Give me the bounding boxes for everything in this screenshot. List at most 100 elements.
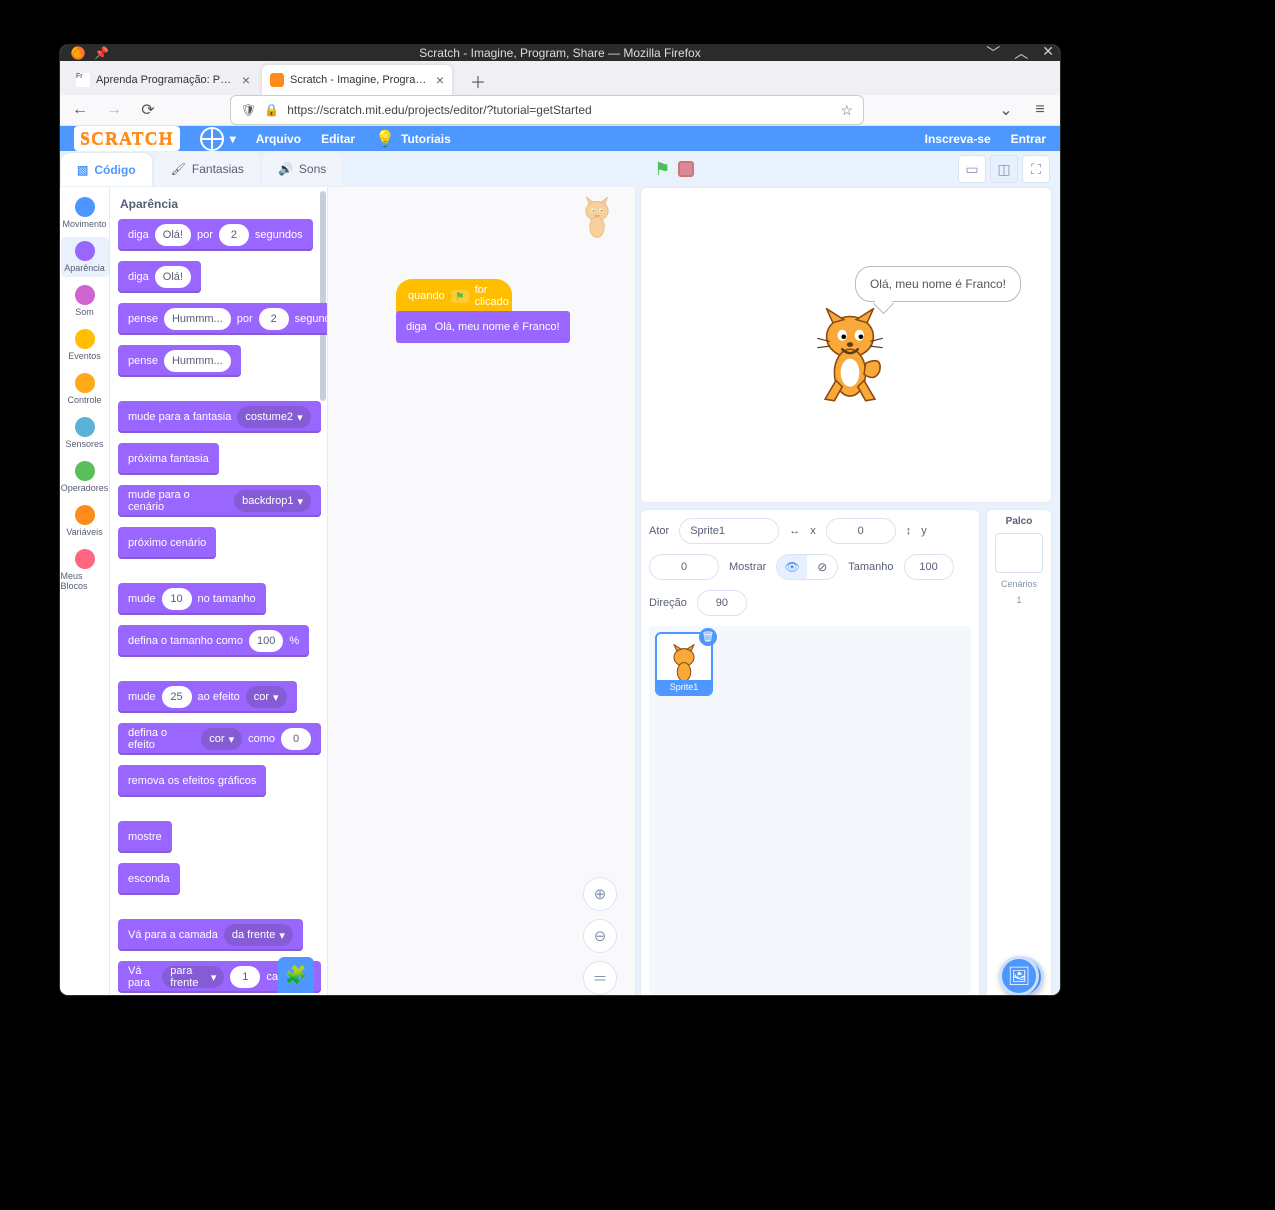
hamburger-menu-icon[interactable]: ≡ [1028,98,1052,122]
number-input[interactable]: 2 [219,224,249,246]
tab-sounds[interactable]: 🔊 Sons [262,152,342,186]
dropdown[interactable]: cor ▾ [201,728,242,750]
text-input[interactable]: Olá, meu nome é Franco! [435,321,560,333]
url-bar[interactable]: 🛡 🔒 https://scratch.mit.edu/projects/edi… [230,95,864,125]
code-workspace[interactable]: 🧩 quando ⚑ for clicado diga Olá, meu nom… [328,187,636,995]
palette-scrollbar[interactable] [320,191,326,401]
category-meus-blocos[interactable]: Meus Blocos [61,545,109,595]
dropdown[interactable]: costume2 ▾ [237,406,310,428]
palette-block-switch-costume[interactable]: mude para a fantasia costume2 ▾ [118,401,321,433]
block-text: diga [128,229,149,241]
palette-block-think[interactable]: pense Hummm... [118,345,241,377]
reload-button[interactable]: ⟳ [136,98,160,122]
palette-block-go-layer[interactable]: Vá para a camada da frente ▾ [118,919,303,951]
palette-block-think-for[interactable]: pense Hummm... por 2 segundos [118,303,328,335]
dropdown[interactable]: cor ▾ [246,686,287,708]
block-palette[interactable]: Aparência diga Olá! por 2 segundos diga … [110,187,328,995]
sprite-x-input[interactable] [826,518,896,544]
palette-block-next-backdrop[interactable]: próximo cenário [118,527,216,559]
category-eventos[interactable]: Eventos [61,325,109,365]
sprite-size-input[interactable] [904,554,954,580]
edit-menu[interactable]: Editar [321,132,355,146]
dropdown[interactable]: para frente ▾ [162,966,224,988]
palette-block-change-size[interactable]: mude 10 no tamanho [118,583,266,615]
category-movimento[interactable]: Movimento [61,193,109,233]
number-input[interactable]: 10 [162,588,192,610]
delete-sprite-button[interactable]: 🗑 [699,628,717,646]
category-som[interactable]: Som [61,281,109,321]
category-controle[interactable]: Controle [61,369,109,409]
stop-button[interactable] [678,161,694,177]
tab-costumes[interactable]: 🖌 Fantasias [155,152,260,186]
text-input[interactable]: Olá! [155,266,191,288]
palette-block-say[interactable]: diga Olá! [118,261,201,293]
palette-block-say-for[interactable]: diga Olá! por 2 segundos [118,219,313,251]
pocket-icon[interactable]: ⌄ [994,98,1018,122]
show-button[interactable]: 👁 [777,555,807,579]
hat-block-flag-clicked[interactable]: quando ⚑ for clicado [396,279,512,313]
browser-tab-active[interactable]: Scratch - Imagine, Program, S × [262,65,452,95]
zoom-in-button[interactable]: ⊕ [583,877,617,911]
sprite-name-input[interactable] [679,518,779,544]
tab-close-icon[interactable]: × [436,72,444,88]
signin-link[interactable]: Entrar [1011,132,1046,146]
signup-link[interactable]: Inscreva-se [925,132,991,146]
stage[interactable]: Olá, meu nome é Franco! [640,187,1052,503]
palette-block-switch-backdrop[interactable]: mude para o cenário backdrop1 ▾ [118,485,321,517]
shield-icon[interactable]: 🛡 [241,103,256,117]
number-input[interactable]: 25 [162,686,192,708]
text-input[interactable]: Olá! [155,224,191,246]
browser-tab[interactable]: Fr Aprenda Programação: Ponto × [68,65,258,95]
palette-block-next-costume[interactable]: próxima fantasia [118,443,219,475]
palette-block-hide[interactable]: esconda [118,863,180,895]
language-button[interactable]: ▾ [200,127,236,151]
dropdown[interactable]: backdrop1 ▾ [234,490,311,512]
bookmark-icon[interactable]: ☆ [840,102,853,119]
text-input[interactable]: Hummm... [164,350,231,372]
number-input[interactable]: 2 [259,308,289,330]
backdrop-thumbnail[interactable] [995,533,1043,573]
back-button[interactable]: ← [68,98,92,122]
lock-icon[interactable]: 🔒 [264,103,279,117]
new-tab-button[interactable]: ＋ [464,67,492,95]
zoom-reset-button[interactable]: ＝ [583,961,617,995]
category-variáveis[interactable]: Variáveis [61,501,109,541]
palette-block-change-effect[interactable]: mude 25 ao efeito cor ▾ [118,681,297,713]
script-block-say[interactable]: diga Olá, meu nome é Franco! [396,311,570,343]
stage-large-button[interactable]: ◫ [990,155,1018,183]
fullscreen-button[interactable]: ⛶ [1022,155,1050,183]
category-operadores[interactable]: Operadores [61,457,109,497]
green-flag-button[interactable]: ⚑ [654,159,670,180]
extension-button[interactable]: 🧩 [278,957,314,993]
block-text: por [237,313,253,325]
number-input[interactable]: 1 [230,966,260,988]
tab-close-icon[interactable]: × [242,72,250,88]
pin-icon[interactable]: 📌 [94,46,109,60]
palette-block-set-size[interactable]: defina o tamanho como 100 % [118,625,309,657]
number-input[interactable]: 0 [281,728,311,750]
tab-code[interactable]: ▧ Código [60,152,153,186]
zoom-out-button[interactable]: ⊖ [583,919,617,953]
category-aparência[interactable]: Aparência [61,237,109,277]
number-input[interactable]: 100 [249,630,283,652]
maximize-button[interactable]: ︿ [1014,45,1028,63]
dropdown[interactable]: da frente ▾ [224,924,293,946]
sprite-tile[interactable]: 🗑 Sprite1 [655,632,713,696]
sprite-on-stage[interactable] [811,308,889,403]
minimize-button[interactable]: ﹀ [986,45,1000,63]
sprite-direction-input[interactable] [697,590,747,616]
palette-block-set-effect[interactable]: defina o efeito cor ▾ como 0 [118,723,321,755]
close-button[interactable]: ✕ [1042,45,1054,63]
hide-button[interactable]: ⊘ [807,555,837,579]
tutorials-button[interactable]: 💡Tutoriais [375,129,451,149]
text-input[interactable]: Hummm... [164,308,231,330]
category-sensores[interactable]: Sensores [61,413,109,453]
sprite-y-input[interactable] [649,554,719,580]
add-backdrop-button[interactable]: 🖼 [999,956,1039,995]
stage-small-button[interactable]: ▭ [958,155,986,183]
file-menu[interactable]: Arquivo [256,132,301,146]
scratch-logo[interactable]: SCRATCH [74,126,180,151]
palette-block-show[interactable]: mostre [118,821,172,853]
palette-block-clear-effects[interactable]: remova os efeitos gráficos [118,765,266,797]
script[interactable]: quando ⚑ for clicado diga Olá, meu nome … [396,279,570,343]
